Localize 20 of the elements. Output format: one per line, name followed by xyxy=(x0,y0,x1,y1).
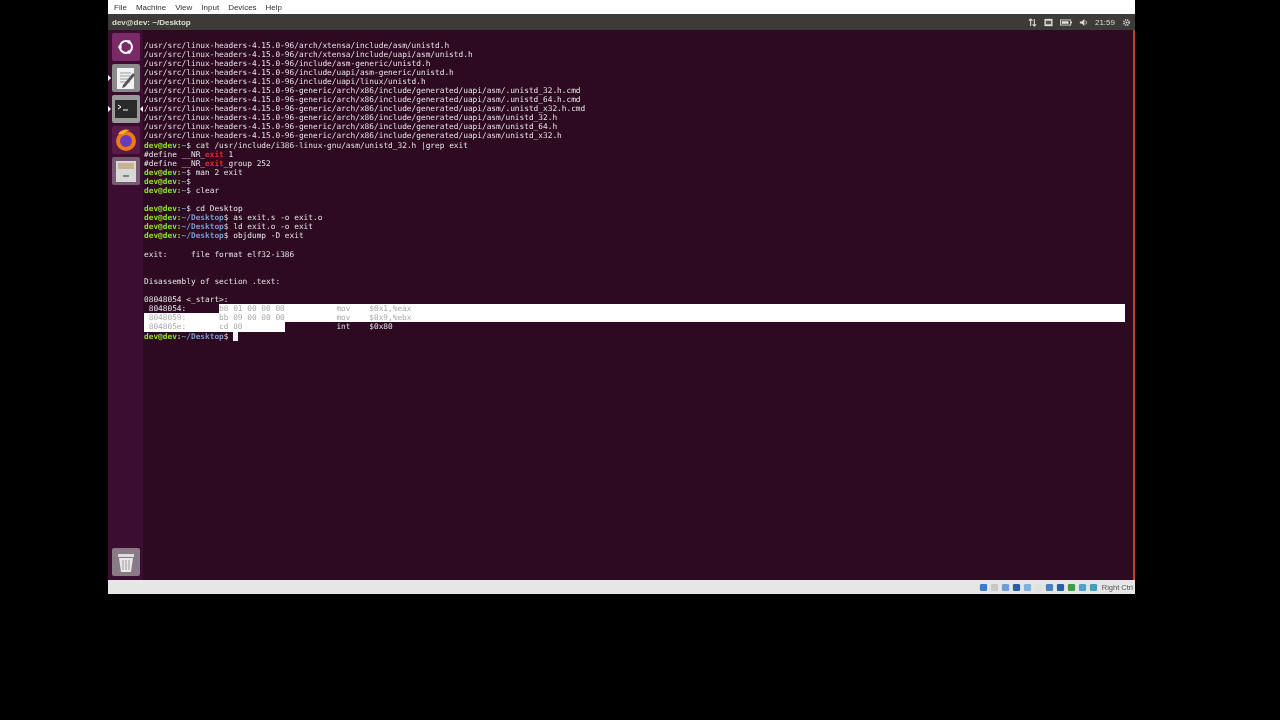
network-arrows-icon[interactable] xyxy=(1027,17,1037,27)
menu-item[interactable]: Help xyxy=(265,2,283,12)
settings-icon[interactable] xyxy=(1122,17,1131,27)
menu-item[interactable]: View xyxy=(175,2,193,12)
menu-item[interactable]: File xyxy=(114,2,127,12)
ubuntu-logo-icon[interactable] xyxy=(111,33,140,61)
menu-item[interactable]: Machine xyxy=(135,2,167,12)
volume-icon[interactable] xyxy=(1078,17,1088,27)
clock[interactable]: 21:59 xyxy=(1094,17,1115,27)
keyboard-icon[interactable] xyxy=(1043,17,1053,27)
browser-icon[interactable] xyxy=(111,126,140,154)
battery-icon[interactable] xyxy=(1059,17,1072,27)
text-cursor xyxy=(233,331,239,341)
window-title: dev@dev: ~/Desktop xyxy=(112,17,191,27)
menu-item[interactable]: Input xyxy=(201,2,220,12)
file-cabinet-icon[interactable] xyxy=(111,157,140,185)
terminal-icon[interactable] xyxy=(111,95,140,123)
text-editor-icon[interactable] xyxy=(111,64,140,92)
menu-item[interactable]: Devices xyxy=(228,2,257,12)
trash-icon[interactable] xyxy=(111,548,140,576)
